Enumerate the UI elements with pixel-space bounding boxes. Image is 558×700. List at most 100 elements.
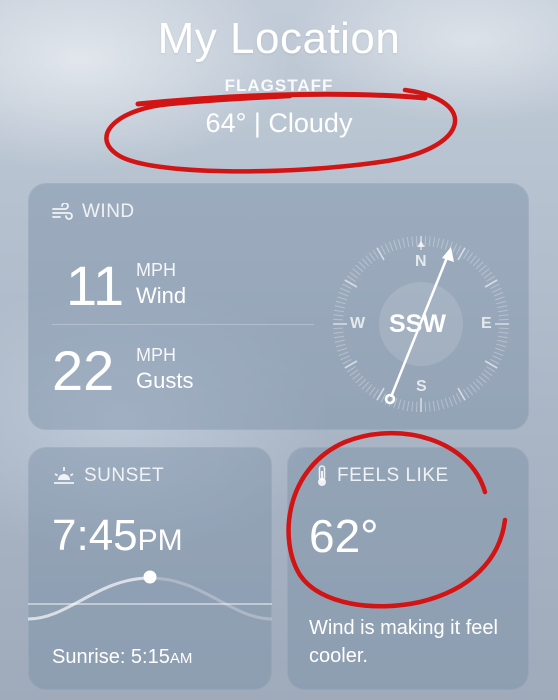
sunset-time-value: 7:45 [52,511,138,560]
feels-like-card[interactable]: FEELS LIKE 62° Wind is making it feel co… [287,447,529,690]
compass-tick [486,275,496,282]
sunset-card-label: SUNSET [84,465,165,486]
compass-tick [497,305,508,309]
sunset-card-header: SUNSET [52,465,164,487]
compass-tick [342,358,352,365]
compass-tick [497,339,508,343]
compass-tick [495,347,505,352]
compass-tick [334,335,345,339]
compass-tick [388,241,394,252]
compass-tick [333,314,344,317]
compass-tick [472,258,481,267]
sunrise-time: Sunrise: 5:15AM [52,646,192,669]
wind-card-label: WIND [82,201,135,222]
sun-path-graph [28,570,272,621]
compass-tick [493,291,504,297]
gust-speed-value: 22 [52,339,115,402]
compass-tick [448,396,454,407]
compass-tick [495,296,505,301]
wind-card-header: WIND [52,201,135,223]
compass-tick [365,255,373,264]
page-title: My Location [157,14,401,63]
sun-position-marker [143,570,157,584]
compass-tick [455,393,462,403]
sunrise-time-value: Sunrise: 5:15 [52,646,170,668]
compass-tick [335,343,346,348]
compass-tick [415,401,418,412]
compass-tick [478,264,487,273]
thermometer-icon [315,465,329,487]
compass-tick [493,351,504,357]
compass-tick [355,375,364,384]
compass-tick [481,268,490,276]
compass-tick [346,366,356,373]
compass-tick [452,395,458,405]
compass-tick [333,331,344,334]
compass-tick [444,398,449,408]
compass-tick [463,249,470,259]
compass-tick [402,400,406,411]
wind-card[interactable]: WIND 11 MPH Wind 22 MPH Gusts N E S W SS… [28,183,529,430]
compass-tick [463,389,470,399]
compass-tick [358,261,367,270]
compass-tick [361,381,370,390]
compass-tick [492,355,502,361]
sunset-icon [52,466,76,486]
compass-west: W [350,315,366,332]
compass-tick [478,375,487,384]
compass-tick [349,271,359,279]
compass-tick [455,245,462,255]
compass-tick [338,351,349,357]
wind-speed-unit: MPH [136,260,176,280]
compass-tick [497,335,508,339]
compass-tick [365,384,373,393]
compass-tick [415,236,418,247]
sunset-card[interactable]: SUNSET 7:45PM Sunrise: 5:15AM [28,447,272,690]
compass-tick [483,271,493,279]
compass-tick [337,347,347,352]
sunset-time-ampm: PM [137,524,183,557]
compass-tick [492,287,502,293]
compass-tick [402,237,406,248]
compass-tick [469,255,477,264]
feels-like-card-label: FEELS LIKE [337,465,449,486]
gust-speed-label: Gusts [136,368,194,393]
compass-tick [352,372,361,380]
compass-tick [475,378,484,387]
compass-tick [428,401,431,412]
compass-tick [342,283,352,290]
compass-east: E [481,315,492,332]
compass-tick [384,243,390,253]
compass-tick [436,400,440,411]
compass-tick [368,386,376,396]
compass-tick [368,252,376,262]
compass-tick [361,258,370,267]
feels-like-card-header: FEELS LIKE [315,465,449,487]
compass-tick [393,240,398,250]
wind-direction: SSW [389,310,446,338]
compass-tick [444,240,449,250]
sunset-time: 7:45PM [52,511,183,561]
compass-tick [337,296,347,301]
compass-tick [411,401,414,412]
sunrise-time-ampm: AM [169,650,193,667]
compass-tick [436,237,440,248]
wind-speed-value: 11 [66,254,125,317]
compass-tick [498,318,509,321]
compass-tick [481,372,490,380]
compass-tick [490,283,500,290]
city-name: FLAGSTAFF [224,76,334,95]
compass-north: N [415,253,427,270]
compass-tick [490,358,500,365]
compass-tick [334,305,345,309]
compass-tick [333,327,344,330]
compass-tick [432,400,436,411]
feels-like-value: 62° [309,510,379,562]
wind-icon [52,203,74,221]
compass-tick [397,238,402,249]
compass-tick [469,384,477,393]
compass-tick [475,261,484,270]
compass-tick [440,238,445,249]
compass-tick [483,369,493,377]
compass-tick [452,243,458,253]
